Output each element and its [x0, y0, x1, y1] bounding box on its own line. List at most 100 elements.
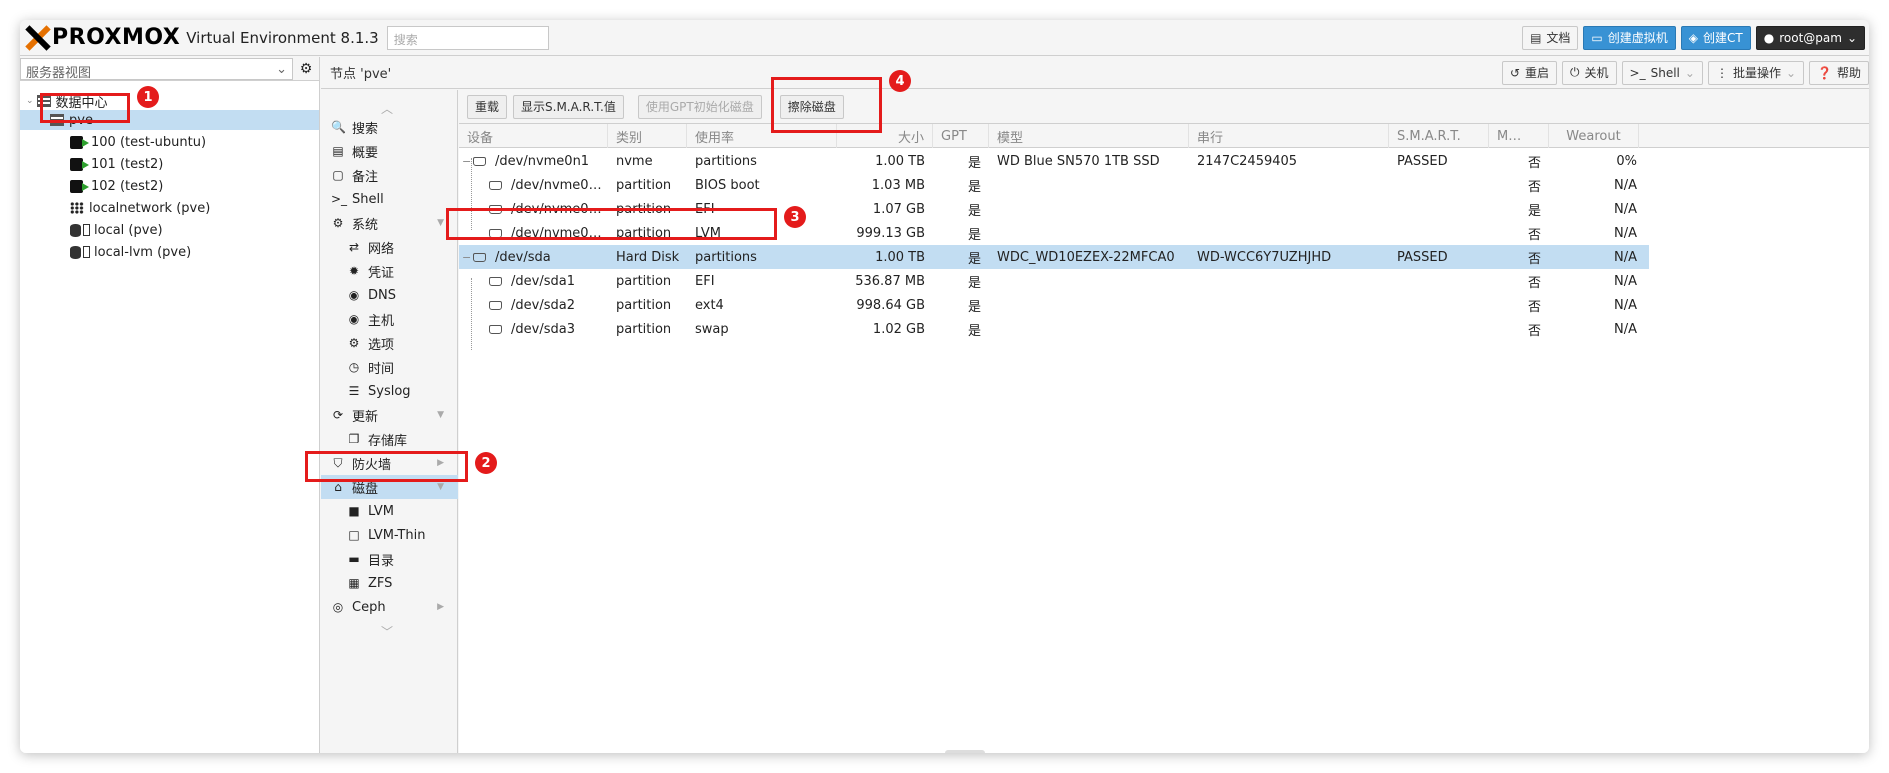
cell-smart — [1397, 317, 1487, 341]
tree-item-local[interactable]: local (pve) — [70, 220, 163, 240]
menu-item-directory[interactable]: ▬ 目录 — [321, 547, 458, 571]
menu-item-shell[interactable]: >_ Shell — [321, 187, 458, 211]
terminal-icon: >_ — [1629, 65, 1646, 80]
cell-gpt: 是 — [967, 155, 981, 171]
clock-icon: ◷ — [348, 360, 360, 374]
cell-type: Hard Disk — [616, 249, 680, 265]
docs-button[interactable]: ▤ 文档 — [1522, 25, 1579, 50]
col-serial[interactable]: 串行 — [1189, 124, 1389, 148]
chevron-right-icon: ▶ — [437, 602, 444, 612]
menu-item-dns[interactable]: ◉ DNS — [321, 283, 458, 307]
user-menu-button[interactable]: ● root@pam ⌄ — [1755, 25, 1865, 50]
menu-item-lvm-thin[interactable]: □ LVM-Thin — [321, 523, 458, 547]
cell-serial — [1197, 293, 1387, 317]
menu-item-ceph[interactable]: ◎ Ceph ▶ — [321, 595, 458, 619]
cell-smart: PASSED — [1397, 153, 1448, 169]
tree-item-local-lvm[interactable]: local-lvm (pve) — [70, 242, 191, 262]
hdd-icon — [489, 180, 502, 190]
cell-serial — [1197, 269, 1387, 293]
col-wearout[interactable]: Wearout — [1549, 124, 1639, 148]
menu-item-network[interactable]: ⇄ 网络 — [321, 235, 458, 259]
menu-item-time[interactable]: ◷ 时间 — [321, 355, 458, 379]
gear-icon[interactable]: ⚙ — [293, 61, 319, 77]
annotation-badge-2: 2 — [475, 452, 497, 474]
tree-item-vm-101[interactable]: 101 (test2) — [70, 154, 163, 174]
cell-usage: BIOS boot — [695, 177, 760, 193]
table-row[interactable]: /dev/sda1 partition EFI 536.87 MB 是 否 N/A — [459, 269, 1649, 293]
version-label: Virtual Environment 8.1.3 — [186, 28, 379, 47]
th-large-icon: ▦ — [348, 576, 360, 590]
collapse-icon[interactable]: − — [462, 245, 472, 269]
tree-item-localnetwork[interactable]: localnetwork (pve) — [70, 198, 210, 218]
cell-wearout: N/A — [1614, 249, 1637, 265]
cell-size: 998.64 GB — [856, 297, 925, 313]
tree-item-vm-102[interactable]: 102 (test2) — [70, 176, 163, 196]
table-row[interactable]: /dev/sda3 partition swap 1.02 GB 是 否 N/A — [459, 317, 1649, 341]
cell-wearout: N/A — [1614, 273, 1637, 289]
table-row[interactable]: −/dev/nvme0n1 nvme partitions 1.00 TB 是 WD Bl… — [459, 149, 1649, 173]
menu-item-lvm[interactable]: ■ LVM — [321, 499, 458, 523]
bulk-actions-button[interactable]: ⋮ 批量操作 ⌄ — [1707, 60, 1805, 85]
power-icon: ⏻ — [1570, 65, 1580, 79]
shutdown-button[interactable]: ⏻ 关机 — [1562, 60, 1617, 85]
cell-smart — [1397, 173, 1487, 197]
cell-model — [997, 221, 1187, 245]
hdd-icon — [473, 252, 486, 262]
node-title: 节点 'pve' — [330, 67, 392, 82]
col-type[interactable]: 类别 — [608, 124, 687, 148]
collapse-icon[interactable]: − — [462, 149, 472, 173]
cell-mounted: 否 — [1527, 323, 1541, 339]
cell-gpt: 是 — [967, 251, 981, 267]
reboot-button[interactable]: ↺ 重启 — [1501, 60, 1558, 85]
menu-item-zfs[interactable]: ▦ ZFS — [321, 571, 458, 595]
cell-model — [997, 269, 1187, 293]
cell-gpt: 是 — [967, 323, 981, 339]
global-search-input[interactable]: 搜索 — [386, 25, 549, 50]
menu-item-options[interactable]: ⚙ 选项 — [321, 331, 458, 355]
create-vm-button[interactable]: ▭ 创建虚拟机 — [1583, 25, 1676, 50]
gear-icon: ⚙ — [348, 336, 360, 350]
help-button[interactable]: ❓ 帮助 — [1809, 60, 1869, 85]
folder-icon: ▬ — [348, 552, 360, 566]
menu-item-system[interactable]: ⚙ 系统 ▼ — [321, 211, 458, 235]
menu-item-summary[interactable]: ▤ 概要 — [321, 139, 458, 163]
table-row[interactable]: /dev/nvme0… partition BIOS boot 1.03 MB 是 否 N/… — [459, 173, 1649, 197]
col-model[interactable]: 模型 — [989, 124, 1189, 148]
shell-button[interactable]: >_ Shell ⌄ — [1621, 60, 1703, 85]
menu-item-repositories[interactable]: ❐ 存储库 — [321, 427, 458, 451]
init-gpt-button[interactable]: 使用GPT初始化磁盘 — [637, 94, 762, 119]
reload-button[interactable]: 重载 — [467, 94, 508, 119]
proxmox-logo[interactable]: PROXMOX — [24, 25, 180, 51]
certificate-icon: ✹ — [348, 264, 360, 278]
menu-item-updates[interactable]: ⟳ 更新 ▼ — [321, 403, 458, 427]
view-select[interactable]: 服务器视图 ⌄ — [20, 57, 293, 81]
resize-handle[interactable] — [945, 750, 985, 753]
tree-item-vm-100[interactable]: 100 (test-ubuntu) — [70, 132, 206, 152]
show-smart-button[interactable]: 显示S.M.A.R.T.值 — [513, 94, 624, 119]
cell-model: WD Blue SN570 1TB SSD — [997, 153, 1160, 169]
create-ct-button[interactable]: ◈ 创建CT — [1680, 25, 1751, 50]
cell-type: partition — [616, 177, 672, 193]
chevron-down-icon: ▼ — [437, 218, 444, 228]
cell-device: /dev/sda1 — [489, 269, 608, 293]
col-mounted[interactable]: M… — [1489, 124, 1549, 148]
menu-item-notes[interactable]: ▢ 备注 — [321, 163, 458, 187]
cube-icon: ◈ — [1688, 30, 1699, 45]
col-smart[interactable]: S.M.A.R.T. — [1389, 124, 1489, 148]
cell-device: /dev/sda3 — [489, 317, 608, 341]
col-device[interactable]: 设备 — [459, 124, 608, 148]
cell-model — [997, 197, 1187, 221]
scroll-down-icon[interactable]: ﹀ — [381, 623, 393, 640]
menu-item-hosts[interactable]: ◉ 主机 — [321, 307, 458, 331]
cell-wearout: 0% — [1616, 153, 1637, 169]
hdd-icon — [473, 156, 486, 166]
menu-item-certificates[interactable]: ✹ 凭证 — [321, 259, 458, 283]
menu-item-syslog[interactable]: ☰ Syslog — [321, 379, 458, 403]
menu-item-search[interactable]: 🔍 搜索 — [321, 115, 458, 139]
chevron-down-icon: ⌄ — [1846, 30, 1857, 45]
disks-grid-header: 设备 类别 使用率 大小 GPT 模型 串行 S.M.A.R.T. M… Wea… — [459, 124, 1869, 148]
col-gpt[interactable]: GPT — [933, 124, 989, 148]
table-row[interactable]: /dev/sda2 partition ext4 998.64 GB 是 否 N/A — [459, 293, 1649, 317]
table-row[interactable]: −/dev/sda Hard Disk partitions 1.00 TB 是 WDC_… — [459, 245, 1649, 269]
list-icon: ☰ — [348, 384, 360, 398]
